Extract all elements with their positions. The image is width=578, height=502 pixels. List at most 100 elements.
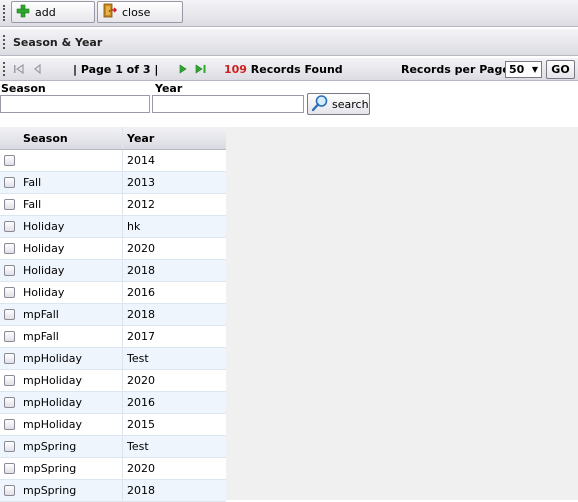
year-cell: 2020 bbox=[127, 462, 155, 475]
row-checkbox[interactable] bbox=[4, 199, 15, 210]
season-cell: mpHoliday bbox=[19, 348, 123, 369]
year-filter-label: Year bbox=[155, 82, 183, 95]
year-cell: 2020 bbox=[127, 374, 155, 387]
table-row[interactable]: Fall 2013 bbox=[0, 172, 226, 194]
row-checkbox[interactable] bbox=[4, 265, 15, 276]
row-select-cell bbox=[0, 458, 19, 479]
records-found: 109 Records Found bbox=[224, 63, 343, 76]
search-button[interactable]: search bbox=[307, 93, 370, 115]
row-select-cell bbox=[0, 150, 19, 171]
table-row[interactable]: mpFall 2018 bbox=[0, 304, 226, 326]
records-count: 109 bbox=[224, 63, 247, 76]
year-cell: 2018 bbox=[127, 484, 155, 497]
year-cell: 2016 bbox=[127, 286, 155, 299]
season-cell: Fall bbox=[19, 194, 123, 215]
row-select-cell bbox=[0, 392, 19, 413]
row-select-cell bbox=[0, 238, 19, 259]
row-select-cell bbox=[0, 172, 19, 193]
season-cell: Holiday bbox=[19, 282, 123, 303]
year-cell: 2014 bbox=[127, 154, 155, 167]
year-cell: hk bbox=[127, 220, 141, 233]
row-checkbox[interactable] bbox=[4, 463, 15, 474]
table-row[interactable]: mpHoliday 2020 bbox=[0, 370, 226, 392]
table-row[interactable]: 2014 bbox=[0, 150, 226, 172]
row-checkbox[interactable] bbox=[4, 243, 15, 254]
table-row[interactable]: mpHoliday Test bbox=[0, 348, 226, 370]
add-button-label: add bbox=[35, 5, 56, 19]
title-grip bbox=[3, 35, 7, 49]
close-button-label: close bbox=[122, 5, 151, 19]
toolbar: add close bbox=[0, 0, 578, 27]
season-cell: mpSpring bbox=[19, 458, 123, 479]
table-row[interactable]: Fall 2012 bbox=[0, 194, 226, 216]
row-select-cell bbox=[0, 260, 19, 281]
season-cell: mpFall bbox=[19, 326, 123, 347]
season-cell: Fall bbox=[19, 172, 123, 193]
year-cell: 2016 bbox=[127, 396, 155, 409]
row-checkbox[interactable] bbox=[4, 375, 15, 386]
season-cell: mpHoliday bbox=[19, 370, 123, 391]
year-cell: 2015 bbox=[127, 418, 155, 431]
table-row[interactable]: mpSpring 2020 bbox=[0, 458, 226, 480]
year-cell: 2017 bbox=[127, 330, 155, 343]
records-per-page-label: Records per Page: bbox=[401, 63, 515, 76]
records-per-page-value: 50 bbox=[509, 63, 525, 76]
row-checkbox[interactable] bbox=[4, 331, 15, 342]
close-button[interactable]: close bbox=[97, 1, 183, 23]
row-checkbox[interactable] bbox=[4, 441, 15, 452]
prev-page-icon[interactable] bbox=[31, 62, 45, 76]
season-cell: Holiday bbox=[19, 216, 123, 237]
row-checkbox[interactable] bbox=[4, 419, 15, 430]
table-row[interactable]: mpHoliday 2016 bbox=[0, 392, 226, 414]
column-header-year[interactable]: Year bbox=[123, 127, 226, 149]
records-table: Season Year 2014 Fall 2013 Fall 2012 Holiday h… bbox=[0, 127, 226, 502]
column-header-season[interactable]: Season bbox=[19, 127, 123, 149]
header-select-cell bbox=[0, 127, 19, 149]
season-filter-label: Season bbox=[1, 82, 46, 95]
table-row[interactable]: mpFall 2017 bbox=[0, 326, 226, 348]
season-cell: mpSpring bbox=[19, 436, 123, 457]
row-select-cell bbox=[0, 414, 19, 435]
records-per-page-select[interactable]: 50 ▼ bbox=[505, 61, 542, 78]
door-exit-icon bbox=[102, 3, 118, 21]
season-cell: Holiday bbox=[19, 238, 123, 259]
year-cell: 2013 bbox=[127, 176, 155, 189]
season-cell: mpHoliday bbox=[19, 414, 123, 435]
year-cell: Test bbox=[127, 440, 149, 453]
table-row[interactable]: mpSpring 2018 bbox=[0, 480, 226, 502]
row-checkbox[interactable] bbox=[4, 155, 15, 166]
season-cell: mpSpring bbox=[19, 480, 123, 501]
table-row[interactable]: Holiday hk bbox=[0, 216, 226, 238]
go-button[interactable]: GO bbox=[546, 60, 575, 79]
toolbar-grip[interactable] bbox=[3, 5, 7, 21]
season-filter-input[interactable] bbox=[0, 95, 150, 113]
row-checkbox[interactable] bbox=[4, 353, 15, 364]
row-checkbox[interactable] bbox=[4, 221, 15, 232]
row-checkbox[interactable] bbox=[4, 287, 15, 298]
table-row[interactable]: mpSpring Test bbox=[0, 436, 226, 458]
add-button[interactable]: add bbox=[11, 1, 95, 23]
last-page-icon[interactable] bbox=[194, 62, 208, 76]
row-select-cell bbox=[0, 194, 19, 215]
season-cell: mpHoliday bbox=[19, 392, 123, 413]
table-row[interactable]: mpHoliday 2015 bbox=[0, 414, 226, 436]
row-checkbox[interactable] bbox=[4, 177, 15, 188]
row-checkbox[interactable] bbox=[4, 485, 15, 496]
row-select-cell bbox=[0, 480, 19, 501]
first-page-icon[interactable] bbox=[12, 62, 26, 76]
row-select-cell bbox=[0, 436, 19, 457]
year-filter-input[interactable] bbox=[152, 95, 304, 113]
row-select-cell bbox=[0, 370, 19, 391]
year-cell: 2020 bbox=[127, 242, 155, 255]
plus-icon bbox=[16, 4, 30, 21]
grid-area: Season Year 2014 Fall 2013 Fall 2012 Holiday h… bbox=[0, 127, 578, 502]
table-row[interactable]: Holiday 2018 bbox=[0, 260, 226, 282]
page-title: Season & Year bbox=[13, 36, 103, 49]
year-cell: 2012 bbox=[127, 198, 155, 211]
table-row[interactable]: Holiday 2016 bbox=[0, 282, 226, 304]
row-checkbox[interactable] bbox=[4, 309, 15, 320]
next-page-icon[interactable] bbox=[176, 62, 190, 76]
row-checkbox[interactable] bbox=[4, 397, 15, 408]
table-row[interactable]: Holiday 2020 bbox=[0, 238, 226, 260]
row-select-cell bbox=[0, 348, 19, 369]
